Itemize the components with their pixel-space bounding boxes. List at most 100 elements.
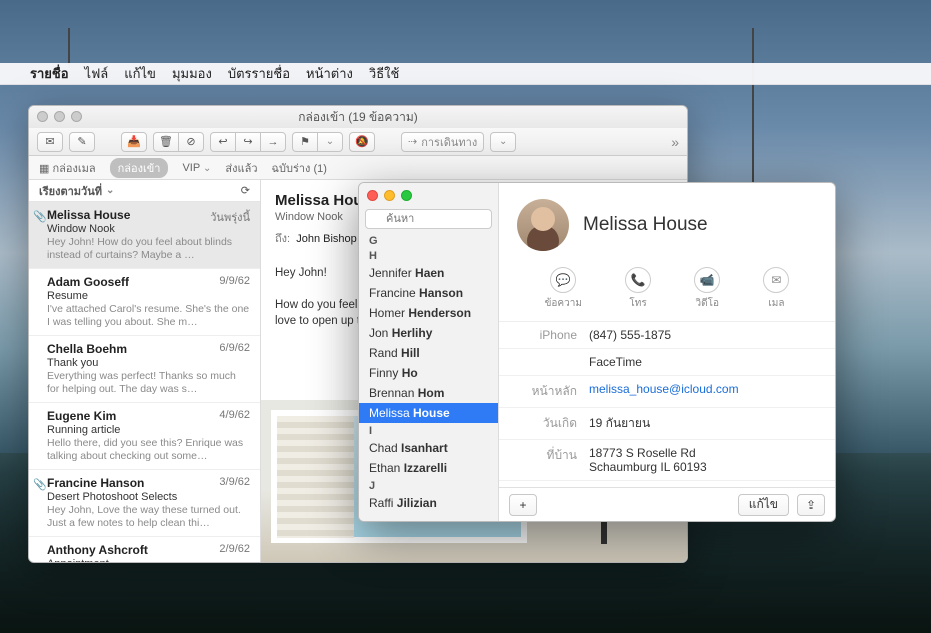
avatar[interactable]	[517, 199, 569, 251]
message-preview: Hello there, did you see this? Enrique w…	[47, 437, 250, 463]
message-list: เรียงตามวันที่⌄ ⟳ 📎Melissa Houseวันพรุ่ง…	[29, 180, 261, 562]
list-header: เรียงตามวันที่⌄ ⟳	[29, 180, 260, 202]
card-action-โทร[interactable]: 📞โทร	[625, 267, 651, 311]
message-date: วันพรุ่งนี้	[210, 208, 250, 226]
edit-button[interactable]: แก้ไข	[738, 494, 789, 516]
mail-titlebar: กล่องเข้า (19 ข้อความ)	[29, 106, 687, 128]
index-letter: G	[359, 233, 498, 248]
mute-button[interactable]: 🔕	[349, 132, 375, 152]
compose-button[interactable]: ✎	[69, 132, 95, 152]
mailboxes-toggle[interactable]: ▦ กล่องเมล	[39, 159, 96, 177]
close-icon[interactable]	[37, 111, 48, 122]
contacts-list-pane: GHJennifer HaenFrancine HansonHomer Hend…	[359, 183, 499, 521]
action-label: ข้อความ	[545, 296, 582, 311]
move-to-icon: ⇢	[408, 135, 417, 148]
refresh-icon[interactable]: ⟳	[241, 184, 250, 197]
message-preview: Hey John, Love the way these turned out.…	[47, 504, 250, 530]
message-row[interactable]: Adam Gooseff9/9/62ResumeI've attached Ca…	[29, 269, 260, 336]
contact-row[interactable]: Chad Isanhart	[359, 438, 498, 458]
message-preview: Hey John! How do you feel about blinds i…	[47, 236, 250, 262]
sort-button[interactable]: เรียงตามวันที่⌄	[39, 182, 114, 200]
field-row: iPhone(847) 555-1875	[499, 322, 835, 349]
field-value: 18773 S Roselle RdSchaumburg IL 60193	[589, 446, 835, 474]
field-label	[499, 355, 589, 369]
contact-row[interactable]: Finny Ho	[359, 363, 498, 383]
contact-row[interactable]: Francine Hanson	[359, 283, 498, 303]
action-label: โทร	[629, 296, 646, 311]
index-letter: J	[359, 478, 498, 493]
sent-tab[interactable]: ส่งแล้ว	[225, 159, 257, 177]
contact-row[interactable]: Raffi Jilizian	[359, 493, 498, 513]
card-action-เมล[interactable]: ✉เมล	[763, 267, 789, 311]
contact-card-pane: Melissa House 💬ข้อความ📞โทร📹วิดีโอ✉เมล iP…	[499, 183, 835, 521]
reply-all-button[interactable]: ↪	[235, 132, 261, 152]
message-row[interactable]: 📎Francine Hanson3/9/62Desert Photoshoot …	[29, 470, 260, 537]
menu-window[interactable]: หน้าต่าง	[306, 63, 353, 84]
menu-card[interactable]: บัตรรายชื่อ	[228, 63, 290, 84]
contact-row[interactable]: Ethan Izzarelli	[359, 458, 498, 478]
field-value: (847) 555-1875	[589, 328, 835, 342]
reply-button[interactable]: ↩	[210, 132, 236, 152]
app-menu[interactable]: รายชื่อ	[30, 63, 69, 84]
share-button[interactable]: ⇪	[797, 494, 825, 516]
move-to-button[interactable]: ⇢ การเดินทาง	[401, 132, 484, 152]
mail-window-title: กล่องเข้า (19 ข้อความ)	[298, 108, 418, 127]
search-input[interactable]	[365, 209, 492, 229]
action-label: เมล	[768, 296, 784, 311]
field-label: ที่บ้าน	[499, 446, 589, 474]
add-contact-button[interactable]: +	[509, 494, 537, 516]
message-subject: Thank you	[47, 357, 250, 369]
action-icon: 📹	[694, 267, 720, 293]
index-letter: I	[359, 423, 498, 438]
junk-button[interactable]: ⊘	[178, 132, 204, 152]
menu-view[interactable]: มุมมอง	[172, 63, 212, 84]
menu-file[interactable]: ไฟล์	[85, 63, 109, 84]
callout-line-right	[752, 28, 754, 188]
field-value[interactable]: melissa_house@icloud.com	[589, 382, 835, 401]
zoom-icon[interactable]	[71, 111, 82, 122]
contact-row[interactable]: Jon Herlihy	[359, 323, 498, 343]
card-action-ข้อความ[interactable]: 💬 ข้อความ	[545, 267, 582, 311]
move-menu-button[interactable]: ⌄	[490, 132, 516, 152]
flag-button[interactable]: ⚑	[292, 132, 318, 152]
contact-row[interactable]: Jennifer Haen	[359, 263, 498, 283]
message-row[interactable]: Chella Boehm6/9/62Thank youEverything wa…	[29, 336, 260, 403]
vip-tab[interactable]: VIP ⌄	[182, 162, 211, 174]
delete-button[interactable]: 🗑	[153, 132, 179, 152]
message-subject: Running article	[47, 424, 250, 436]
message-row[interactable]: Eugene Kim4/9/62Running articleHello the…	[29, 403, 260, 470]
message-date: 4/9/62	[219, 409, 250, 421]
zoom-icon[interactable]	[401, 190, 412, 201]
field-row: FaceTime	[499, 349, 835, 376]
card-action-วิดีโอ[interactable]: 📹วิดีโอ	[694, 267, 720, 311]
contact-row[interactable]: Melissa House	[359, 403, 498, 423]
contact-row[interactable]: Brennan Hom	[359, 383, 498, 403]
message-preview: I've attached Carol's resume. She's the …	[47, 303, 250, 329]
inbox-tab[interactable]: กล่องเข้า	[110, 158, 169, 178]
minimize-icon[interactable]	[54, 111, 65, 122]
minimize-icon[interactable]	[384, 190, 395, 201]
contact-row[interactable]: Rand Hill	[359, 343, 498, 363]
get-mail-button[interactable]: ✉	[37, 132, 63, 152]
menu-help[interactable]: วิธีใช้	[369, 63, 399, 84]
message-date: 6/9/62	[219, 342, 250, 354]
move-to-label: การเดินทาง	[421, 133, 477, 151]
forward-button[interactable]: →	[260, 132, 286, 152]
contacts-traffic-lights	[367, 190, 412, 201]
attachment-icon: 📎	[33, 478, 47, 491]
message-subject: Desert Photoshoot Selects	[47, 491, 250, 503]
archive-button[interactable]: 📥	[121, 132, 147, 152]
mail-favorites-bar: ▦ กล่องเมล กล่องเข้า VIP ⌄ ส่งแล้ว ฉบับร…	[29, 156, 687, 180]
attachment-icon: 📎	[33, 210, 47, 223]
message-row[interactable]: 📎Melissa Houseวันพรุ่งนี้Window NookHey …	[29, 202, 260, 269]
toolbar-overflow-icon[interactable]: »	[671, 134, 679, 150]
contact-row[interactable]: Homer Henderson	[359, 303, 498, 323]
menu-edit[interactable]: แก้ไข	[124, 63, 156, 84]
flag-menu-button[interactable]: ⌄	[317, 132, 343, 152]
action-icon: 💬	[550, 267, 576, 293]
message-subject: Resume	[47, 290, 250, 302]
close-icon[interactable]	[367, 190, 378, 201]
field-row: วันเกิด19 กันยายน	[499, 408, 835, 440]
message-row[interactable]: Anthony Ashcroft2/9/62AppointmentYour ap…	[29, 537, 260, 562]
drafts-tab[interactable]: ฉบับร่าง (1)	[272, 159, 327, 177]
